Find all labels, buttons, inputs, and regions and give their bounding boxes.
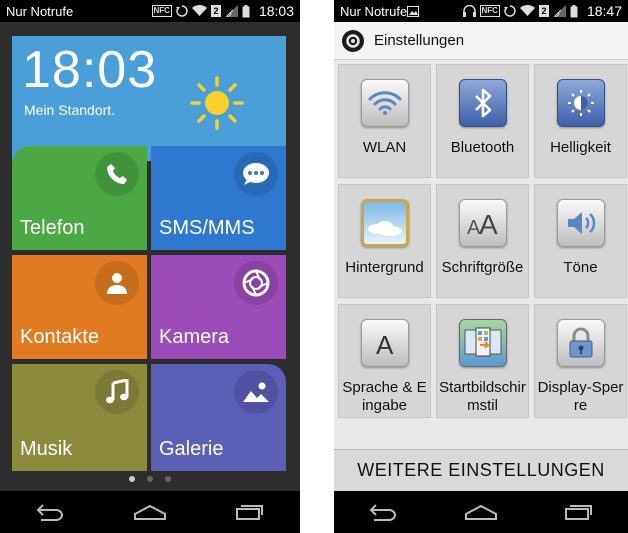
more-settings-button[interactable]: WEITERE EINSTELLUNGEN <box>334 449 628 491</box>
setting-bluetooth[interactable]: Bluetooth <box>436 64 529 178</box>
nfc-icon: NFC <box>479 5 500 17</box>
nfc-icon: NFC <box>151 5 172 17</box>
tile-label: Kontakte <box>20 326 99 348</box>
tile-label: SMS/MMS <box>159 217 255 239</box>
phone-icon <box>95 152 139 196</box>
back-button[interactable] <box>353 491 413 533</box>
home-icon <box>465 504 497 520</box>
setting-helligkeit[interactable]: Helligkeit <box>534 64 627 178</box>
chat-bubble-icon <box>234 152 278 196</box>
settings-gear-icon <box>342 29 364 52</box>
headphones-icon <box>462 5 476 17</box>
tile-musik[interactable]: Musik <box>12 364 147 471</box>
sim-icon: 2 <box>538 5 549 17</box>
setting-label: Hintergrund <box>345 259 424 276</box>
battery-icon <box>570 4 578 18</box>
wifi-icon <box>360 79 409 127</box>
wifi-status-icon <box>191 5 207 17</box>
carrier-label: Nur Notrufe <box>6 3 74 19</box>
home-screen-style-icon <box>458 319 507 367</box>
wallpaper-icon <box>360 199 409 247</box>
svg-text:A: A <box>376 330 394 358</box>
rotation-lock-icon <box>175 5 188 17</box>
tile-label: Kamera <box>159 326 230 348</box>
recent-apps-button[interactable] <box>549 491 609 533</box>
navigation-bar <box>0 491 300 533</box>
carrier-label: Nur Notrufe <box>340 3 408 19</box>
launcher-home: 18:03 Mein Standort. Telefon SMS/MMS Kon… <box>0 22 300 491</box>
sim-icon: 2 <box>210 5 221 17</box>
setting-schriftgroesse[interactable]: AA Schriftgröße <box>436 184 529 298</box>
tile-label: Telefon <box>20 217 85 239</box>
setting-label: WLAN <box>362 139 407 156</box>
phone-screen-launcher: Nur Notrufe NFC 2 18:03 18:03 Mein Stand… <box>0 0 300 533</box>
tile-kamera[interactable]: Kamera <box>151 255 286 359</box>
settings-screen: Einstellungen WLAN Bluetooth Helligkeit … <box>334 22 628 491</box>
setting-label: Sprache & Eingabe <box>342 379 427 414</box>
setting-label: Startbildschirmstil <box>439 379 526 414</box>
clock-weather-tile[interactable]: 18:03 Mein Standort. <box>12 36 286 161</box>
font-size-icon: AA <box>458 199 507 247</box>
status-time: 18:03 <box>258 3 294 19</box>
recent-apps-icon <box>236 505 263 520</box>
tile-sms-mms[interactable]: SMS/MMS <box>151 146 286 250</box>
sun-icon <box>190 76 244 130</box>
bluetooth-icon <box>458 79 507 127</box>
setting-toene[interactable]: Töne <box>534 184 627 298</box>
setting-label: Display-Sperre <box>537 379 624 414</box>
setting-label: Schriftgröße <box>441 259 524 276</box>
brightness-icon <box>556 79 605 127</box>
setting-label: Helligkeit <box>550 139 611 156</box>
status-bar: Nur Notrufe NFC 2 18:47 <box>334 0 628 22</box>
phone-screen-settings: Nur Notrufe NFC 2 18:47 Einstellungen WL… <box>334 0 628 533</box>
status-bar: Nur Notrufe NFC 2 18:03 <box>0 0 300 22</box>
svg-text:A: A <box>479 209 498 237</box>
home-button[interactable] <box>451 491 511 533</box>
back-icon <box>36 504 63 521</box>
rotation-lock-icon <box>503 5 516 17</box>
lock-icon <box>556 319 605 367</box>
wifi-status-icon <box>519 5 535 17</box>
page-dot[interactable] <box>165 476 171 482</box>
tile-label: Galerie <box>159 438 224 460</box>
clock-time: 18:03 <box>22 41 158 99</box>
page-indicator <box>0 476 300 482</box>
tile-telefon[interactable]: Telefon <box>12 146 147 250</box>
camera-shutter-icon <box>234 261 278 305</box>
back-button[interactable] <box>20 491 80 533</box>
screenshot-notification-icon <box>407 5 420 17</box>
page-dot-active[interactable] <box>129 476 135 482</box>
tile-label: Musik <box>20 438 73 460</box>
signal-icon <box>224 5 238 17</box>
contact-person-icon <box>95 261 139 305</box>
home-button[interactable] <box>120 491 180 533</box>
setting-sprache-eingabe[interactable]: A Sprache & Eingabe <box>338 304 431 418</box>
setting-hintergrund[interactable]: Hintergrund <box>338 184 431 298</box>
setting-wlan[interactable]: WLAN <box>338 64 431 178</box>
clock-location: Mein Standort. <box>24 102 116 118</box>
signal-icon <box>552 5 566 17</box>
home-icon <box>134 504 166 520</box>
page-dot[interactable] <box>147 476 153 482</box>
setting-startbildschirmstil[interactable]: Startbildschirmstil <box>436 304 529 418</box>
music-note-icon <box>95 370 139 414</box>
recent-apps-button[interactable] <box>220 491 280 533</box>
settings-header: Einstellungen <box>334 22 628 60</box>
language-icon: A <box>360 319 409 367</box>
page-title: Einstellungen <box>374 32 465 49</box>
battery-icon <box>242 4 250 18</box>
gallery-mountain-icon <box>234 370 278 414</box>
status-time: 18:47 <box>586 3 622 19</box>
setting-label: Bluetooth <box>450 139 515 156</box>
navigation-bar <box>334 491 628 533</box>
back-icon <box>369 504 396 521</box>
setting-label: Töne <box>563 259 598 276</box>
tile-kontakte[interactable]: Kontakte <box>12 255 147 359</box>
tile-galerie[interactable]: Galerie <box>151 364 286 471</box>
speaker-icon <box>556 199 605 247</box>
setting-display-sperre[interactable]: Display-Sperre <box>534 304 627 418</box>
recent-apps-icon <box>565 505 592 520</box>
